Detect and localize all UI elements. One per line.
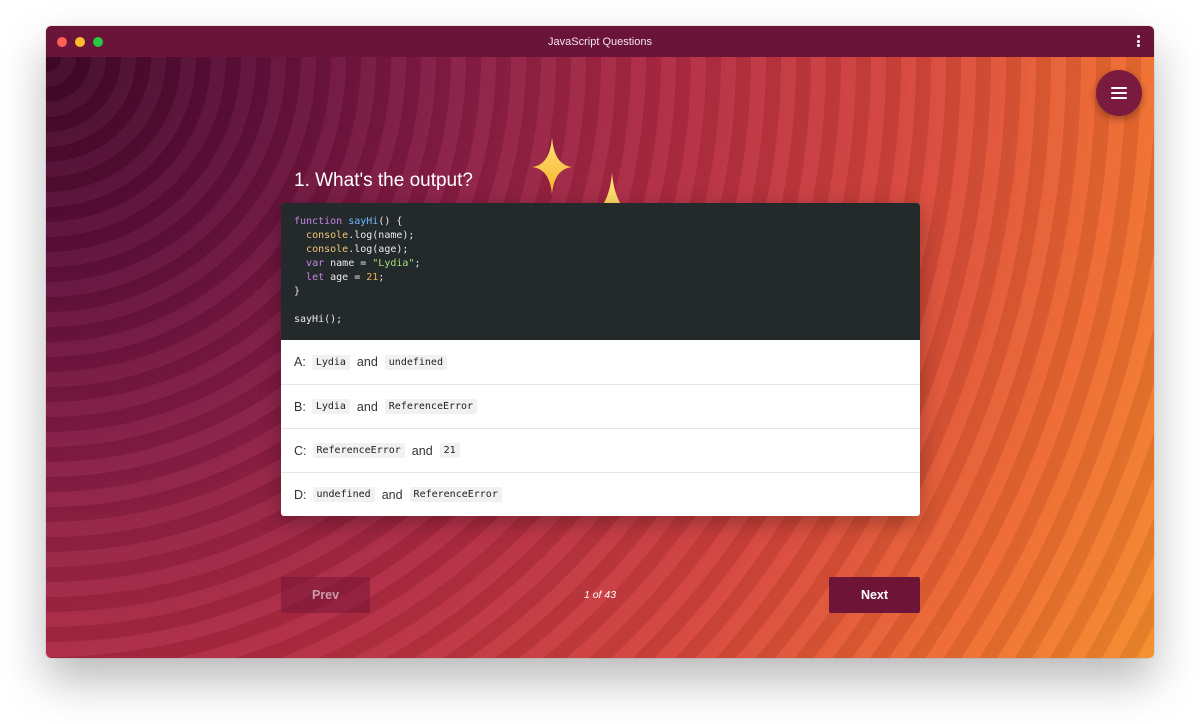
code-line: sayHi();: [294, 314, 343, 325]
option-letter: B:: [294, 399, 306, 414]
code-line: function sayHi() {: [294, 216, 403, 227]
window-title: JavaScript Questions: [548, 35, 652, 48]
more-options-icon[interactable]: [1132, 34, 1144, 48]
question-counter: 1 of 43: [583, 589, 617, 601]
traffic-lights: [57, 37, 103, 47]
option-code-first: undefined: [312, 487, 375, 502]
code-line: }: [294, 286, 301, 297]
option-code-second: undefined: [384, 354, 447, 370]
app-window: JavaScript Questions 1. What's the outpu…: [46, 26, 1154, 658]
prev-button[interactable]: Prev: [281, 577, 370, 613]
close-window-button[interactable]: [57, 37, 67, 47]
code-snippet: function sayHi() { console.log(name); co…: [281, 203, 920, 340]
option-conjunction: and: [381, 487, 403, 502]
option-code-second: 21: [439, 443, 460, 458]
option-conjunction: and: [356, 355, 378, 369]
code-line: var name = "Lydia";: [306, 258, 421, 269]
option-code-first: Lydia: [311, 399, 350, 414]
option-code-second: ReferenceError: [409, 487, 502, 502]
option-conjunction: and: [356, 399, 378, 414]
option-code-second: ReferenceError: [384, 399, 478, 414]
answer-option-c[interactable]: C: ReferenceError and 21: [281, 428, 920, 472]
answer-option-a[interactable]: A: Lydia and undefined: [281, 340, 920, 384]
code-line: console.log(age);: [306, 244, 409, 255]
menu-button[interactable]: [1096, 70, 1142, 116]
title-bar: JavaScript Questions: [46, 26, 1154, 57]
answer-option-d[interactable]: D: undefined and ReferenceError: [281, 472, 920, 516]
option-letter: C:: [294, 443, 307, 458]
option-letter: A:: [294, 355, 306, 369]
minimize-window-button[interactable]: [75, 37, 85, 47]
code-line: let age = 21;: [306, 272, 385, 283]
option-code-first: ReferenceError: [312, 443, 405, 458]
option-code-first: Lydia: [311, 354, 350, 370]
next-button[interactable]: Next: [829, 577, 920, 613]
option-conjunction: and: [411, 443, 433, 458]
zoom-window-button[interactable]: [93, 37, 103, 47]
code-line: console.log(name);: [306, 230, 415, 241]
question-title: 1. What's the output?: [294, 170, 473, 191]
quiz-content: 1. What's the output? function sayHi() {…: [46, 57, 1154, 658]
answer-option-b[interactable]: B: Lydia and ReferenceError: [281, 384, 920, 428]
hamburger-menu-icon: [1111, 87, 1127, 89]
question-card: function sayHi() { console.log(name); co…: [281, 203, 920, 516]
option-letter: D:: [294, 487, 307, 502]
answer-options: A: Lydia and undefined B: Lydia and ReferenceEr…: [281, 340, 920, 516]
